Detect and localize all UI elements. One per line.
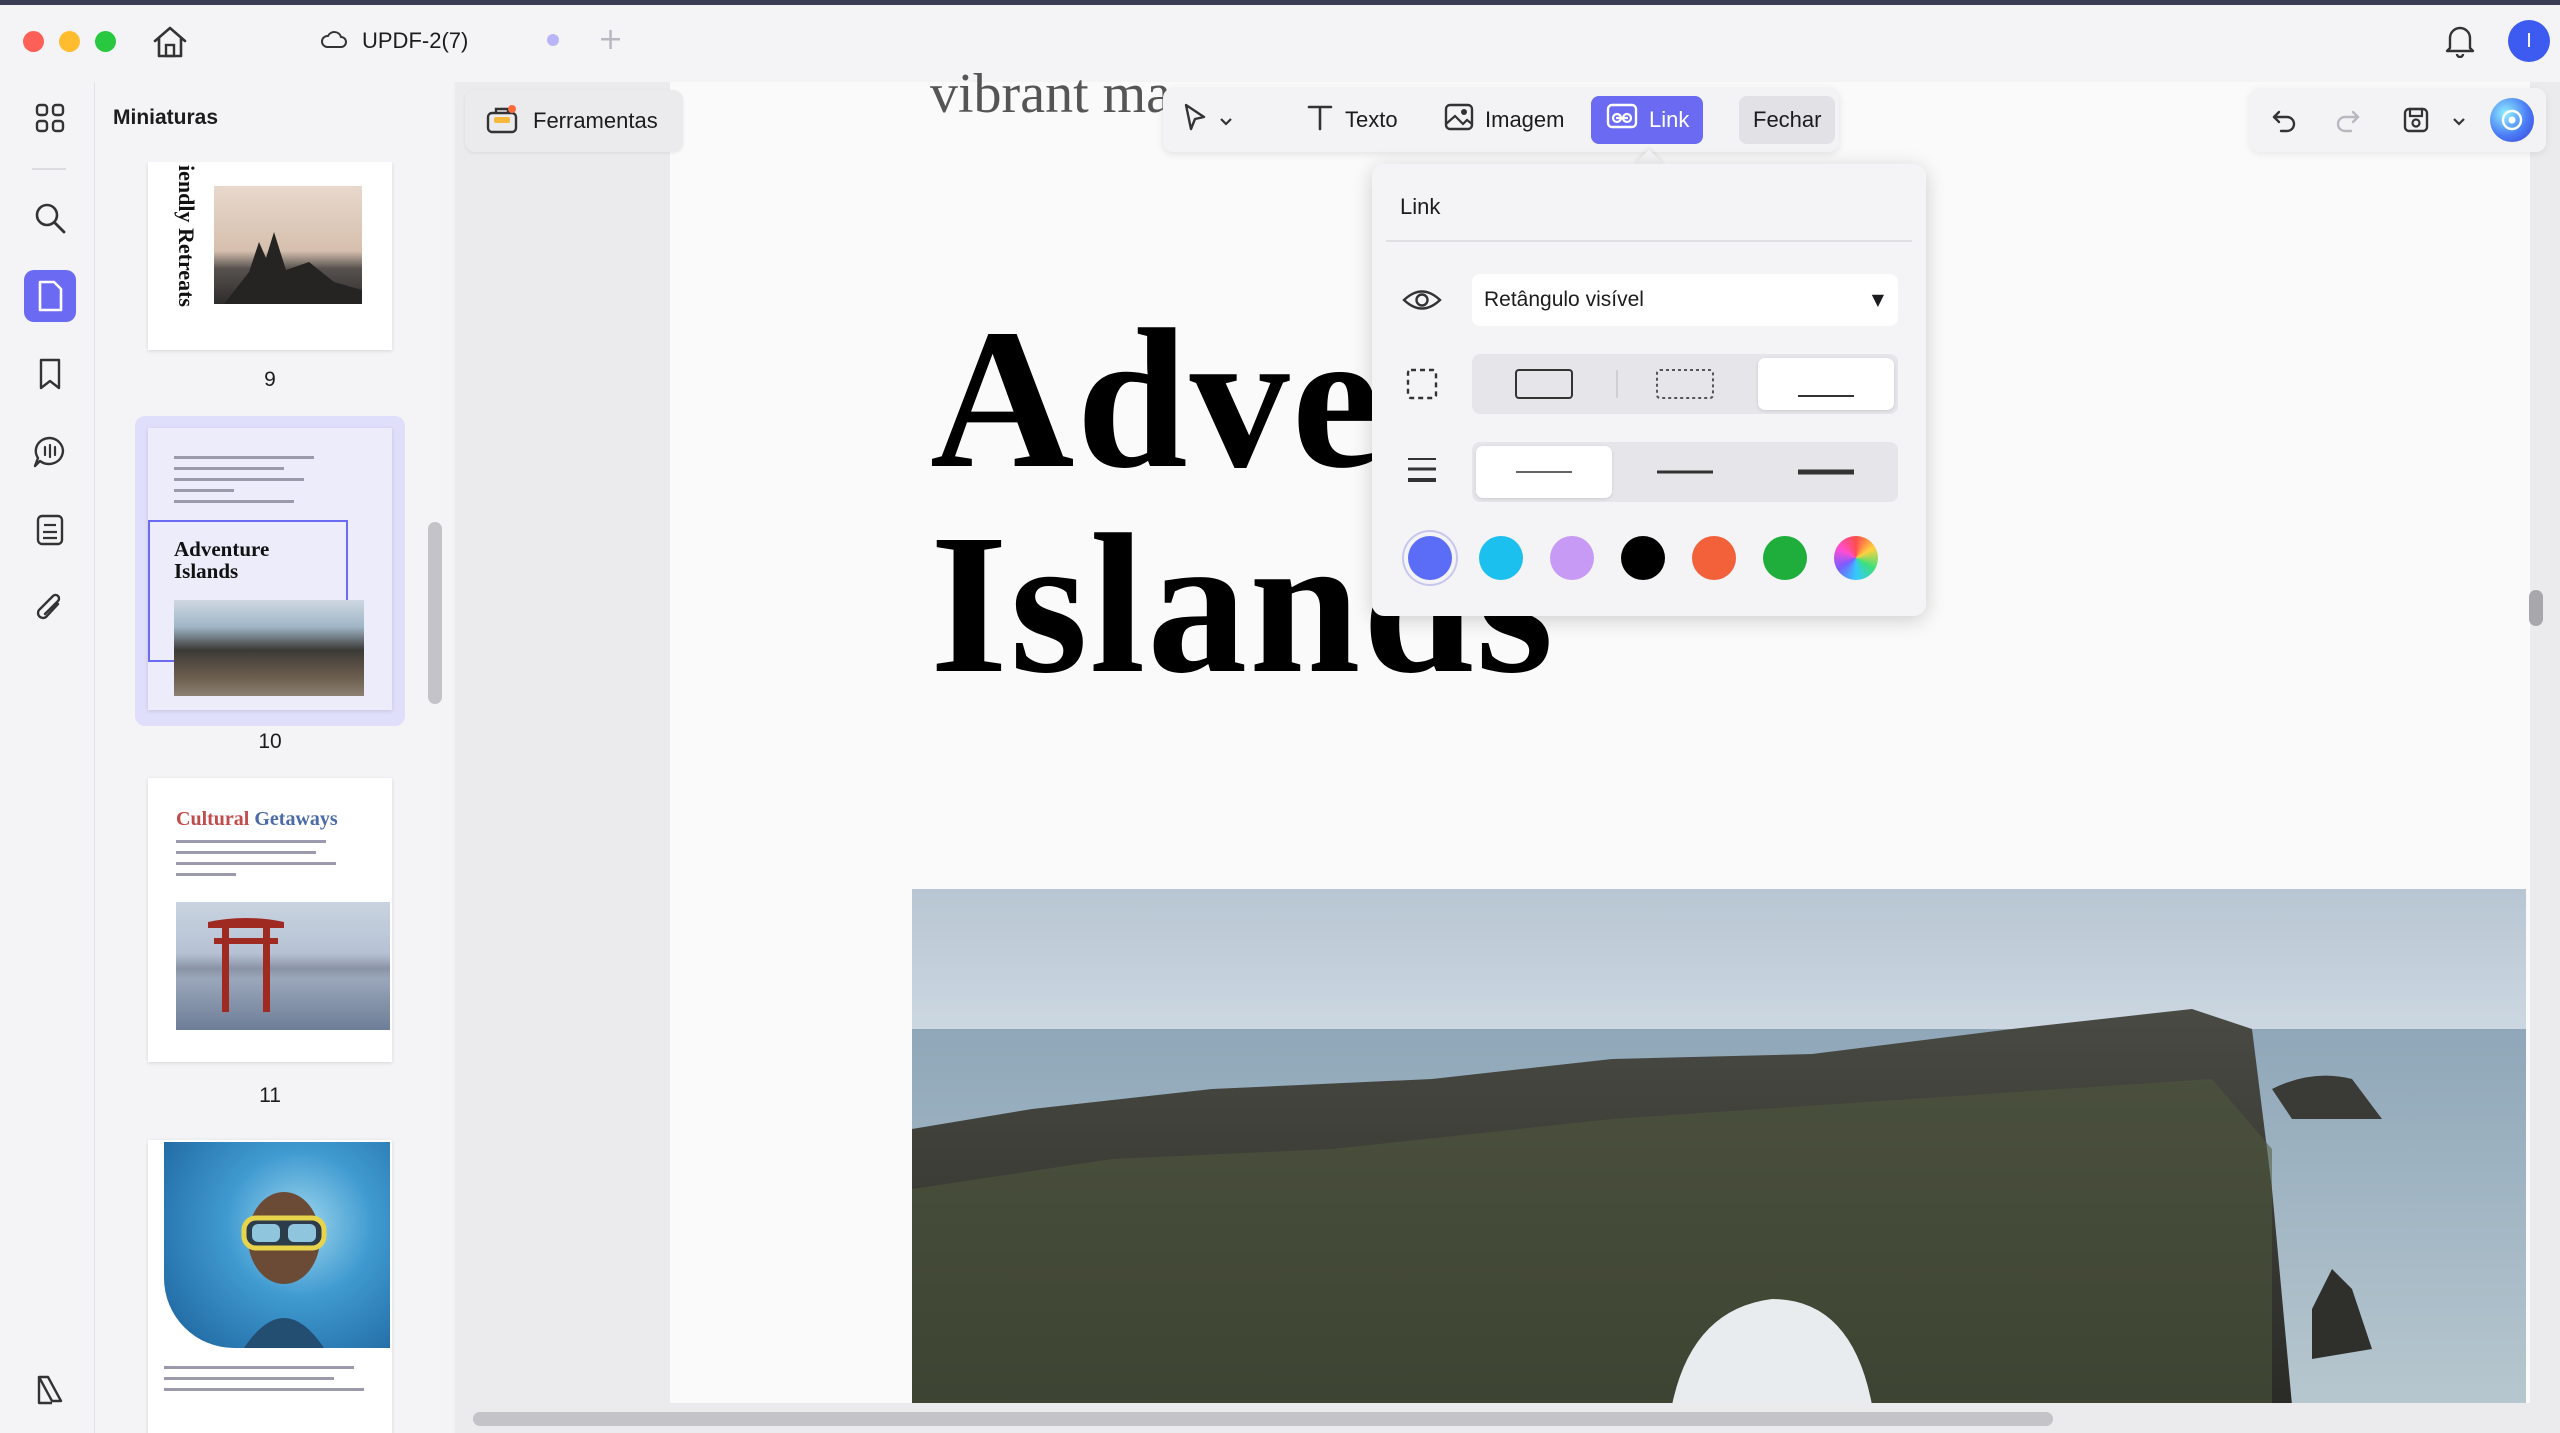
image-tool-label: Imagem [1485,107,1565,132]
line-medium-option[interactable] [1617,446,1753,498]
popup-divider [1386,240,1912,242]
line-width-segmented [1472,442,1898,502]
avatar[interactable]: I [2508,20,2550,62]
layers-icon[interactable] [24,1364,76,1416]
text-icon [1305,102,1335,138]
thumbnail-title: Adventure Islands [174,537,270,583]
image-icon [1443,102,1475,138]
color-swatch-1fae3c[interactable] [1763,536,1807,580]
close-window-button[interactable] [23,31,44,52]
new-tab-icon[interactable]: + [598,22,623,57]
thumbnail-vertical-title: iendly Retreats [174,165,199,307]
comment-icon[interactable] [24,426,76,478]
undo-icon[interactable] [2266,102,2302,138]
thumbnail-text-lines [176,840,356,884]
diver-figure [241,1192,327,1348]
popup-title: Link [1400,194,1441,219]
line-thick-option[interactable] [1758,446,1894,498]
line-thin-option[interactable] [1476,446,1612,498]
page-number: 10 [258,730,282,753]
vertical-scrollbar[interactable] [2529,590,2543,626]
thumbnails-list: iendly Retreats 9 Adventure Islands 10 C… [95,162,433,1433]
visibility-value: Retângulo visível [1484,288,1644,311]
horizontal-scrollbar[interactable] [473,1412,2053,1426]
panel-title: Miniaturas [113,106,219,129]
thumbnail-title: Cultural Getaways [176,808,338,831]
bell-icon[interactable] [2443,22,2477,59]
chevron-down-icon[interactable] [2452,114,2466,132]
caret-down-icon: ▼ [1871,290,1884,309]
tools-label: Ferramentas [533,108,658,133]
link-properties-popup: Link Retângulo visível ▼ [1372,164,1926,616]
home-icon[interactable] [150,24,190,60]
minimize-window-button[interactable] [59,31,80,52]
thumbnail-page-10[interactable]: Adventure Islands [148,428,392,710]
pointer-icon [1181,102,1209,138]
thumbnails-scrollbar[interactable] [428,522,442,704]
tab-title: UPDF-2(7) [362,28,469,53]
eye-icon [1402,280,1442,320]
border-underline-option[interactable] [1758,358,1894,410]
document-tab[interactable]: UPDF-2(7) [320,18,468,64]
form-icon[interactable] [24,504,76,556]
edit-toolbar: Texto Imagem Link Fechar [1163,88,1839,152]
toolbox-icon [485,103,519,140]
title-bar: UPDF-2(7) + I [0,0,2560,82]
tools-button[interactable]: Ferramentas [465,90,683,152]
line-width-icon [1402,450,1442,490]
attachment-icon[interactable] [24,582,76,634]
torii-gate [208,918,284,1012]
app-window: UPDF-2(7) + I Miniaturas iendly Retreats… [0,0,2560,1433]
close-edit-label: Fechar [1753,107,1822,132]
thumbnail-page-12[interactable] [148,1140,392,1433]
page-number: 9 [264,368,276,391]
thumbnail-page-11[interactable]: Cultural Getaways [148,778,392,1062]
border-solid-option[interactable] [1476,358,1612,410]
text-tool-label: Texto [1345,107,1398,132]
thumbnail-title-part2: Getaways [254,808,338,830]
close-edit-button[interactable]: Fechar [1739,96,1836,144]
chevron-down-icon [1219,107,1233,133]
thumbnail-image [174,600,364,696]
bookmark-icon[interactable] [24,348,76,400]
link-tool-label: Link [1649,107,1690,132]
thumbnails-icon[interactable] [24,270,76,322]
zoom-window-button[interactable] [95,31,116,52]
cloud-icon [320,28,348,55]
color-swatch-1cc0ef[interactable] [1479,536,1523,580]
thumbnails-panel: Miniaturas iendly Retreats 9 Adventure I… [95,82,453,1433]
color-swatch-000000[interactable] [1621,536,1665,580]
color-swatch-c79af5[interactable] [1550,536,1594,580]
thumbnail-page-9[interactable]: iendly Retreats [148,162,392,350]
color-swatch-f2613a[interactable] [1692,536,1736,580]
page-number: 11 [259,1084,281,1107]
unsaved-dot-icon [547,34,559,46]
rock-silhouette [224,232,362,304]
thumbnail-title-part1: Cultural [176,808,250,830]
thumbnail-text-lines [174,456,324,511]
window-top-stripe [0,0,2560,5]
save-icon[interactable] [2396,100,2436,140]
border-style-icon [1402,364,1442,404]
color-swatch-custom[interactable] [1834,536,1878,580]
right-toolbar [2250,88,2546,152]
link-tool-button[interactable]: Link [1591,96,1704,144]
image-tool-button[interactable]: Imagem [1429,96,1578,144]
thumbnail-text-lines [164,1366,374,1399]
left-tool-rail [0,82,95,1433]
redo-icon[interactable] [2330,102,2366,138]
grid-icon[interactable] [24,92,76,144]
text-tool-button[interactable]: Texto [1291,96,1412,144]
link-icon [1605,102,1639,138]
ai-assistant-icon[interactable] [2490,98,2534,142]
visibility-dropdown[interactable]: Retângulo visível ▼ [1472,274,1898,326]
search-icon[interactable] [24,192,76,244]
select-tool-button[interactable] [1167,96,1247,144]
border-style-segmented [1472,354,1898,414]
border-dashed-option[interactable] [1617,358,1753,410]
color-swatch-5b6cf7[interactable] [1408,536,1452,580]
rail-divider [32,168,66,170]
